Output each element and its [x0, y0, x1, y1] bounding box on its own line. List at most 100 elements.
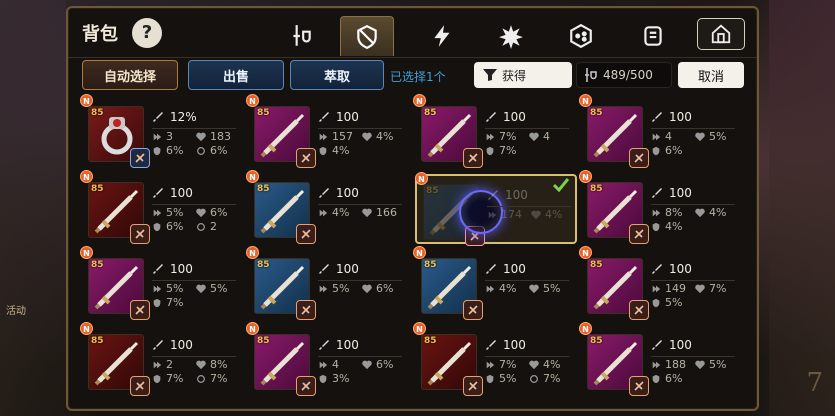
sub-stat: 4%: [695, 206, 743, 219]
item-grid: 85 N 12% 3 183 6% 6% 85 N 100 157 4% 4% 85 N 100 7% 4 7% 85…: [80, 94, 752, 409]
heart-icon: [196, 132, 206, 141]
attack-icon: [153, 340, 163, 350]
sub-stat-value: 5%: [543, 282, 561, 295]
sub-stat: 6%: [196, 206, 244, 219]
auto-select-button[interactable]: 自动选择: [82, 60, 178, 90]
sub-stat: 5%: [318, 282, 362, 295]
divider: [651, 280, 735, 281]
sub-stat-value: 4%: [332, 144, 350, 157]
item-level: 85: [91, 336, 104, 346]
main-stat: 100: [318, 186, 359, 200]
set-icon: [130, 376, 150, 396]
tab-accessory[interactable]: [416, 16, 470, 56]
heart-icon: [695, 208, 705, 217]
main-stat: 100: [485, 338, 526, 352]
home-button[interactable]: [697, 18, 745, 50]
new-badge: N: [579, 94, 592, 107]
item-slot[interactable]: 85 N 100 5% 6% 6% 2: [80, 170, 244, 244]
divider: [318, 356, 402, 357]
sub-stat-value: 6%: [210, 206, 228, 219]
item-slot[interactable]: 85 N 100 188 5% 6%: [579, 322, 743, 396]
sub-stats: 2 8% 7% 7%: [152, 358, 244, 385]
item-slot[interactable]: 85 N 100 7% 4% 5% 7%: [413, 322, 577, 396]
item-slot[interactable]: 85 N 100 8% 4% 4%: [579, 170, 743, 244]
tab-scroll[interactable]: [626, 16, 680, 56]
item-slot[interactable]: 85 N 100 174 4%: [415, 172, 577, 246]
sub-stats: 157 4% 4%: [318, 130, 410, 157]
attack-icon: [319, 188, 329, 198]
new-badge: N: [246, 246, 259, 259]
sub-stat-value: 5%: [166, 206, 184, 219]
main-stat: 100: [318, 338, 359, 352]
arrow-icon: [153, 285, 162, 292]
divider: [152, 128, 236, 129]
sub-stat-value: 4%: [545, 208, 563, 221]
sell-button[interactable]: 出售: [188, 60, 284, 90]
item-level: 85: [257, 336, 270, 346]
sub-stat: 4: [318, 358, 362, 371]
divider: [152, 356, 236, 357]
shield-icon: [153, 374, 161, 383]
attack-icon: [486, 340, 496, 350]
filter-icon: [483, 69, 497, 81]
item-slot[interactable]: 85 N 100 4% 166: [246, 170, 410, 244]
sub-stat-value: 5%: [210, 282, 228, 295]
sub-stat: 8%: [651, 206, 695, 219]
item-slot[interactable]: 85 N 12% 3 183 6% 6%: [80, 94, 244, 168]
sub-stat-value: 166: [376, 206, 397, 219]
item-slot[interactable]: 85 N 100 157 4% 4%: [246, 94, 410, 168]
tab-weapon[interactable]: [274, 16, 328, 56]
item-slot[interactable]: 85 N 100 5% 5% 7%: [80, 246, 244, 320]
tab-armor[interactable]: [340, 16, 394, 56]
heart-icon: [196, 208, 206, 217]
item-slot[interactable]: 85 N 100 149 7% 5%: [579, 246, 743, 320]
sub-stat: 6%: [651, 372, 695, 385]
tab-dice[interactable]: [554, 16, 608, 56]
new-badge: N: [80, 322, 93, 335]
shield-icon: [486, 146, 494, 155]
sub-stat-value: 5%: [709, 358, 727, 371]
arrow-icon: [488, 211, 497, 218]
heart-icon: [695, 284, 705, 293]
extract-button[interactable]: 萃取: [290, 60, 384, 90]
item-slot[interactable]: 85 N 100 5% 6%: [246, 246, 410, 320]
sub-stat-value: 7%: [166, 372, 184, 385]
sub-stats: 4 6% 3%: [318, 358, 410, 385]
sub-stat-value: 7%: [499, 130, 517, 143]
cancel-button[interactable]: 取消: [678, 62, 744, 88]
main-stat: 100: [152, 262, 193, 276]
event-label[interactable]: 活动: [6, 302, 26, 317]
heart-icon: [362, 360, 372, 369]
sub-stat-value: 6%: [376, 358, 394, 371]
divider: [485, 280, 569, 281]
tab-relic[interactable]: [484, 16, 538, 56]
set-bonus-icon: [135, 305, 145, 315]
sword-shield-icon: [585, 68, 597, 82]
set-bonus-icon: [135, 153, 145, 163]
item-slot[interactable]: 85 N 100 7% 4 7%: [413, 94, 577, 168]
item-slot[interactable]: 85 N 100 4% 5%: [413, 246, 577, 320]
item-slot[interactable]: 85 N 100 4 5% 6%: [579, 94, 743, 168]
arrow-icon: [486, 361, 495, 368]
sub-stat-value: 2: [166, 358, 173, 371]
heart-icon: [529, 360, 539, 369]
sub-stat: 4%: [318, 206, 362, 219]
main-stat-value: 100: [170, 262, 193, 276]
sub-stat: 6%: [152, 220, 196, 233]
item-slot[interactable]: 85 N 100 4 6% 3%: [246, 322, 410, 396]
arrow-icon: [319, 133, 328, 140]
item-level: 85: [590, 336, 603, 346]
set-icon: [629, 300, 649, 320]
sort-filter-button[interactable]: 获得: [474, 62, 572, 88]
item-slot[interactable]: 85 N 100 2 8% 7% 7%: [80, 322, 244, 396]
help-button[interactable]: ?: [132, 18, 162, 48]
main-stat-value: 100: [170, 186, 193, 200]
check-icon: [553, 178, 569, 192]
sub-stat: 4%: [485, 282, 529, 295]
new-badge: N: [413, 246, 426, 259]
sub-stat: 4%: [529, 358, 577, 371]
attack-icon: [652, 340, 662, 350]
main-stat-value: 100: [503, 262, 526, 276]
sub-stat-value: 5%: [709, 130, 727, 143]
sub-stat-value: 4%: [376, 130, 394, 143]
